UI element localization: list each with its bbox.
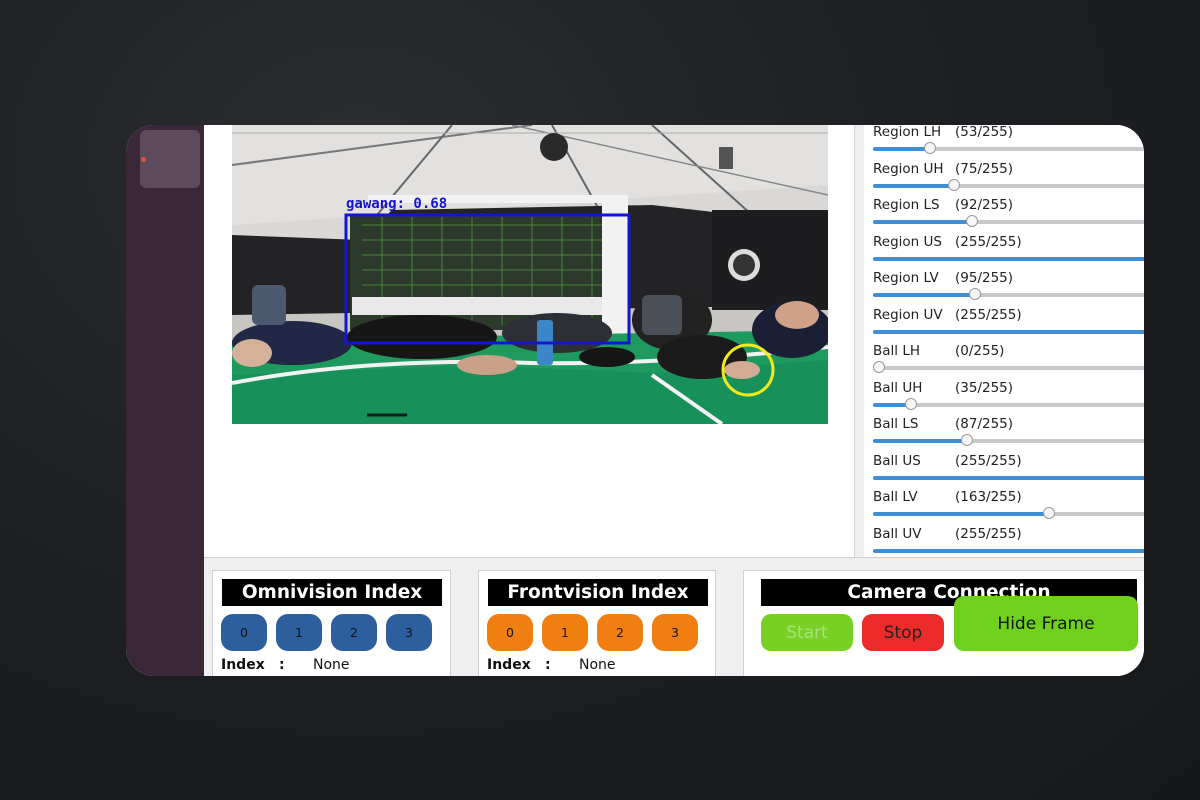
slider-fill	[873, 183, 954, 188]
slider-label: Ball US	[873, 452, 921, 469]
slider-value: (35/255)	[955, 379, 1014, 396]
slider-label: Region UH	[873, 160, 944, 177]
slider-thumb[interactable]	[966, 215, 979, 227]
slider-value: (92/255)	[955, 197, 1014, 213]
slider-value: (255/255)	[955, 233, 1022, 250]
slider-track[interactable]	[873, 548, 1144, 553]
slider-fill	[873, 147, 931, 151]
slider-track[interactable]	[873, 507, 1144, 519]
slider-label: Ball UH	[873, 379, 923, 396]
omni-index-label: Index	[221, 657, 265, 673]
hide-frame-button[interactable]: Hide Frame	[954, 596, 1138, 651]
slider-label: Ball LS	[873, 416, 919, 432]
slider-track[interactable]	[873, 329, 1144, 334]
slider-fill	[873, 293, 976, 297]
camera-frame-image: gawang: 0.68	[232, 125, 828, 424]
omni-index-colon: :	[279, 657, 285, 673]
slider-value: (255/255)	[955, 452, 1022, 469]
slider-value: (163/255)	[955, 489, 1022, 505]
slider-track[interactable]	[873, 397, 1144, 410]
slider-thumb[interactable]	[924, 142, 937, 154]
slider-fill	[873, 548, 1144, 553]
slider-track[interactable]	[873, 361, 1144, 373]
omni-index-button-3[interactable]: 3	[386, 614, 432, 651]
omnivision-title: Omnivision Index	[222, 579, 442, 606]
hsv-slider[interactable]: Region US (255/255)	[873, 234, 1144, 270]
omni-index-button-2[interactable]: 2	[331, 614, 377, 651]
slider-value: (87/255)	[955, 416, 1014, 432]
panel-divider	[204, 557, 1144, 558]
omni-index-button-0[interactable]: 0	[221, 614, 267, 651]
slider-thumb[interactable]	[960, 434, 973, 446]
slider-fill	[873, 256, 1144, 261]
slider-thumb[interactable]	[947, 178, 960, 191]
front-index-button-2[interactable]: 2	[597, 614, 643, 651]
slider-track[interactable]	[873, 288, 1144, 300]
slider-label: Region LV	[873, 270, 939, 286]
slider-track[interactable]	[873, 434, 1144, 446]
app-screenshot-card: gawang: 0.68 Region LH (53/255) Region UH (…	[126, 125, 1144, 676]
slider-thumb[interactable]	[904, 397, 917, 410]
slider-fill	[873, 439, 967, 443]
omni-index-button-1[interactable]: 1	[276, 614, 322, 651]
slider-label: Ball LV	[873, 489, 918, 505]
front-index-button-0[interactable]: 0	[487, 614, 533, 651]
front-index-button-1[interactable]: 1	[542, 614, 588, 651]
slider-fill	[873, 220, 973, 224]
hsv-slider[interactable]: Ball US (255/255)	[873, 453, 1144, 489]
hsv-slider[interactable]: Ball LS (87/255)	[873, 416, 1144, 452]
hsv-slider[interactable]: Region LH (53/255)	[873, 125, 1144, 160]
frontvision-panel: Frontvision Index 0 1 2 3 Index : None	[478, 570, 716, 676]
slider-thumb[interactable]	[1042, 507, 1055, 519]
slider-label: Region LH	[873, 125, 942, 140]
detection-label: gawang: 0.68	[346, 196, 447, 212]
slider-label: Region US	[873, 233, 942, 250]
hsv-slider[interactable]: Region UH (75/255)	[873, 161, 1144, 197]
stop-button[interactable]: Stop	[862, 614, 944, 651]
slider-track[interactable]	[873, 256, 1144, 261]
os-dock	[126, 125, 204, 676]
omni-index-value: None	[313, 657, 350, 673]
slider-value: (75/255)	[955, 160, 1014, 177]
slider-track[interactable]	[873, 178, 1144, 191]
camera-frame: gawang: 0.68	[232, 125, 828, 424]
slider-thumb[interactable]	[969, 288, 982, 300]
slider-value: (255/255)	[955, 525, 1022, 542]
slider-label: Ball UV	[873, 525, 922, 542]
hsv-slider[interactable]: Region LS (92/255)	[873, 197, 1144, 233]
front-index-value: None	[579, 657, 616, 673]
front-index-button-3[interactable]: 3	[652, 614, 698, 651]
hsv-slider-panel: Region LH (53/255) Region UH (75/255) Region…	[864, 125, 1144, 557]
hsv-slider[interactable]: Ball UH (35/255)	[873, 380, 1144, 416]
slider-label: Region UV	[873, 306, 943, 323]
slider-value: (0/255)	[955, 343, 1005, 359]
slider-value: (255/255)	[955, 306, 1022, 323]
front-index-colon: :	[545, 657, 551, 673]
slider-label: Region LS	[873, 197, 940, 213]
frontvision-title: Frontvision Index	[488, 579, 708, 606]
slider-track[interactable]	[873, 475, 1144, 480]
vision-app-window: gawang: 0.68 Region LH (53/255) Region UH (…	[204, 125, 1144, 676]
start-button[interactable]: Start	[761, 614, 853, 651]
hsv-slider[interactable]: Ball LV (163/255)	[873, 489, 1144, 525]
hsv-slider[interactable]: Ball LH (0/255)	[873, 343, 1144, 379]
slider-thumb[interactable]	[873, 361, 885, 373]
slider-label: Ball LH	[873, 343, 920, 359]
slider-fill	[873, 475, 1144, 480]
dock-app-icon[interactable]	[140, 130, 200, 188]
slider-value: (95/255)	[955, 270, 1014, 286]
dock-running-indicator	[141, 157, 146, 162]
slider-track[interactable]	[873, 142, 1144, 154]
slider-fill	[873, 512, 1049, 516]
camera-connection-panel: Camera Connection Start Stop Hide Frame	[743, 570, 1144, 676]
front-index-label: Index	[487, 657, 531, 673]
hsv-slider[interactable]: Region UV (255/255)	[873, 307, 1144, 343]
slider-fill	[873, 329, 1144, 334]
slider-value: (53/255)	[955, 125, 1014, 140]
slider-track[interactable]	[873, 215, 1144, 227]
omnivision-panel: Omnivision Index 0 1 2 3 Index : None	[212, 570, 451, 676]
video-frame-area: gawang: 0.68	[204, 125, 855, 557]
hsv-slider[interactable]: Region LV (95/255)	[873, 270, 1144, 306]
